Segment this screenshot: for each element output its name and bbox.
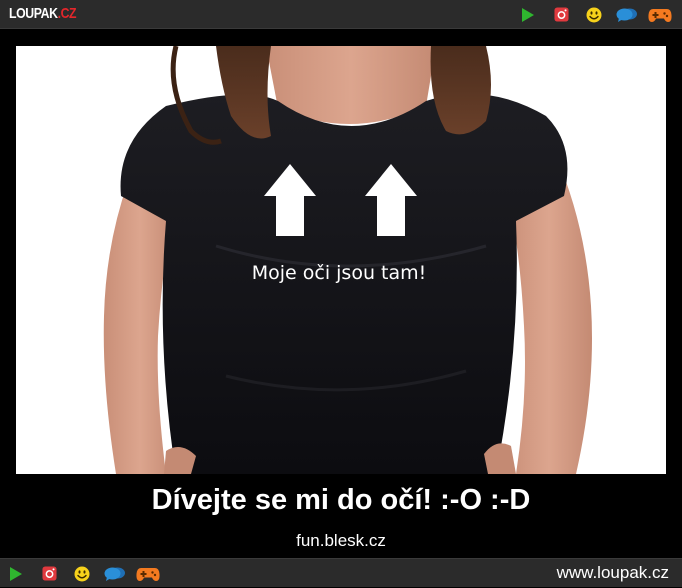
- logo-main-text: LOUPAK: [9, 5, 58, 22]
- site-url-link[interactable]: www.loupak.cz: [557, 563, 669, 583]
- bottom-icon-bar: [4, 559, 160, 588]
- shirt-text: Moje oči jsou tam!: [252, 262, 427, 284]
- woman-tshirt-photo: Moje oči jsou tam!: [103, 46, 592, 474]
- instagram-icon[interactable]: [37, 564, 61, 584]
- logo-tld-text: .CZ: [57, 5, 77, 22]
- play-icon[interactable]: [4, 564, 28, 584]
- site-logo[interactable]: LOUPAK.CZ: [9, 5, 77, 22]
- top-icon-bar: [516, 0, 672, 29]
- play-icon[interactable]: [516, 5, 540, 25]
- post-caption: Dívejte se mi do očí! :-O :-D: [151, 484, 531, 516]
- instagram-icon[interactable]: [549, 5, 573, 25]
- bottom-bar: www.loupak.cz: [0, 558, 682, 587]
- gamepad-icon[interactable]: [648, 5, 672, 25]
- chat-icon[interactable]: [103, 564, 127, 584]
- chat-icon[interactable]: [615, 5, 639, 25]
- smiley-icon[interactable]: [582, 5, 606, 25]
- post-source: fun.blesk.cz: [296, 531, 386, 550]
- post-photo: Moje oči jsou tam!: [16, 46, 666, 474]
- smiley-icon[interactable]: [70, 564, 94, 584]
- gamepad-icon[interactable]: [136, 564, 160, 584]
- post-frame: Moje oči jsou tam! Dívejte se mi do očí!…: [0, 29, 682, 558]
- top-bar: LOUPAK.CZ: [0, 0, 682, 29]
